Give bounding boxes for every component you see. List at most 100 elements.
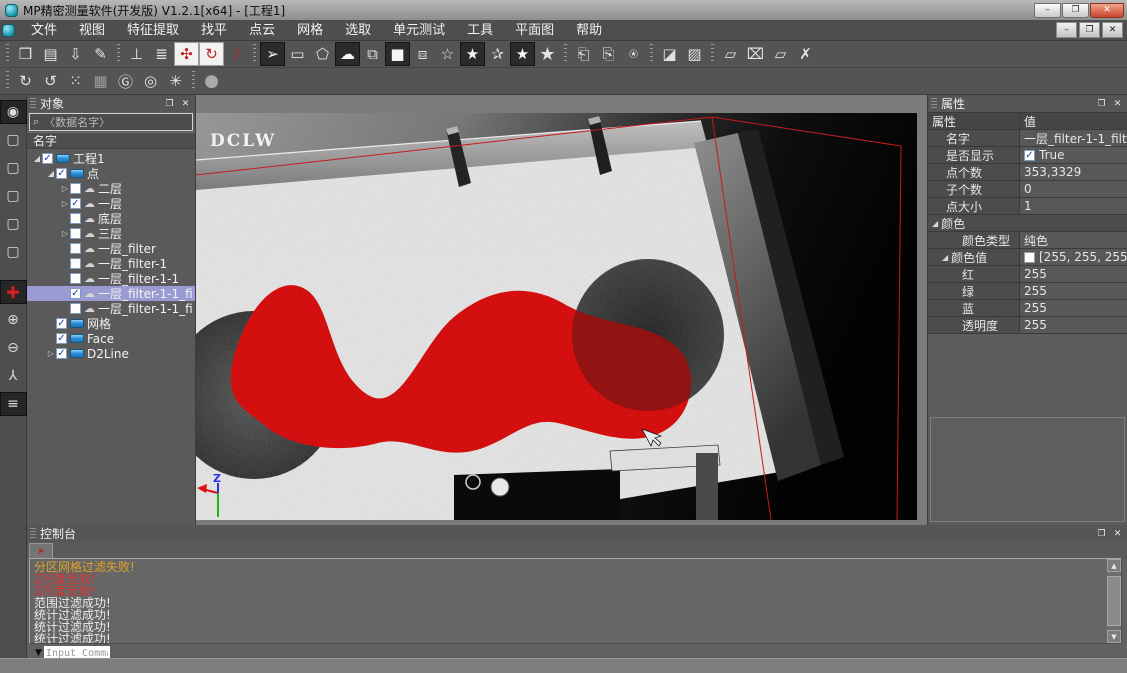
tree-checkbox[interactable] bbox=[42, 153, 53, 164]
console-messages[interactable]: 分区网格过滤失败! Z尺度无效! Z尺度无效! 范围过滤成功! 统计过滤成功! … bbox=[29, 558, 1122, 644]
line-tool-icon[interactable]: ∕ bbox=[224, 42, 249, 66]
tree-checkbox[interactable] bbox=[70, 303, 81, 314]
child-close-button[interactable]: ✕ bbox=[1102, 22, 1123, 38]
tree-item-label[interactable]: 一层_filter-1-1_fi bbox=[98, 286, 193, 301]
float-panel-icon[interactable]: ❐ bbox=[1095, 528, 1108, 540]
tree-item-label[interactable]: 工程1 bbox=[73, 151, 105, 166]
fill-selection-icon[interactable]: ■ bbox=[385, 42, 410, 66]
polygon-select-icon[interactable]: ⬠ bbox=[310, 42, 335, 66]
property-value[interactable]: 255 bbox=[1020, 266, 1127, 282]
tree-row[interactable]: 工程1 bbox=[27, 151, 195, 166]
property-value[interactable]: True bbox=[1020, 147, 1127, 163]
open-project-icon[interactable]: ❒ bbox=[13, 42, 38, 66]
property-value[interactable]: 255 bbox=[1020, 317, 1127, 333]
expander-icon[interactable] bbox=[60, 199, 70, 208]
tree-row[interactable]: D2Line bbox=[27, 346, 195, 361]
property-value[interactable]: 纯色 bbox=[1020, 232, 1127, 248]
asterisk-tool-icon[interactable]: ✳ bbox=[163, 69, 188, 93]
visibility-icon[interactable]: ◉ bbox=[0, 100, 27, 124]
console-tab[interactable]: ➤ bbox=[29, 543, 53, 559]
visible-checkbox[interactable] bbox=[1024, 150, 1035, 161]
tree-row[interactable]: 底层 bbox=[27, 211, 195, 226]
zoom-in-icon[interactable]: ⊕ bbox=[0, 308, 27, 332]
menu-unit-test[interactable]: 单元测试 bbox=[382, 20, 456, 41]
expander-icon[interactable] bbox=[32, 154, 42, 163]
tree-item-label[interactable]: 一层 bbox=[98, 196, 122, 211]
tree-checkbox[interactable] bbox=[70, 273, 81, 284]
color-swatch[interactable] bbox=[1024, 252, 1035, 263]
star-rect-icon[interactable]: ★ bbox=[460, 42, 485, 66]
g-tool-icon[interactable]: Ⓖ bbox=[113, 69, 138, 93]
paint-tool-icon[interactable]: ✎ bbox=[88, 42, 113, 66]
menu-help[interactable]: 帮助 bbox=[565, 20, 613, 41]
command-dropdown-icon[interactable]: ▼ bbox=[35, 648, 42, 658]
property-value[interactable]: 1 bbox=[1020, 198, 1127, 214]
tree-item-label[interactable]: D2Line bbox=[87, 347, 129, 361]
viewport-3d[interactable]: DCLW Z bbox=[196, 113, 917, 520]
tree-checkbox[interactable] bbox=[70, 288, 81, 299]
tree-row[interactable]: 一层_filter bbox=[27, 241, 195, 256]
zoom-out-icon[interactable]: ⊖ bbox=[0, 336, 27, 360]
card-delete-icon[interactable]: ⌧ bbox=[743, 42, 768, 66]
page-slash-icon[interactable]: ▨ bbox=[682, 42, 707, 66]
expander-icon[interactable] bbox=[46, 349, 56, 358]
float-panel-icon[interactable]: ❐ bbox=[1095, 98, 1108, 110]
tree-checkbox[interactable] bbox=[70, 228, 81, 239]
card-outline-icon[interactable]: ▱ bbox=[768, 42, 793, 66]
cube-view-icon[interactable]: ▢ bbox=[0, 240, 27, 264]
tree-item-label[interactable]: 底层 bbox=[98, 211, 122, 226]
close-panel-icon[interactable]: ✕ bbox=[1111, 528, 1124, 540]
card-tool-icon[interactable]: ▱ bbox=[718, 42, 743, 66]
sphere-tool-icon[interactable]: ● bbox=[199, 69, 224, 93]
tree-row[interactable]: 二层 bbox=[27, 181, 195, 196]
panel-grip[interactable] bbox=[931, 98, 937, 110]
tree-row[interactable]: 网格 bbox=[27, 316, 195, 331]
transform-tool-icon[interactable]: ✣ bbox=[174, 42, 199, 66]
expander-icon[interactable] bbox=[942, 253, 948, 262]
window-minimize-button[interactable]: – bbox=[1034, 3, 1061, 18]
star-corners-icon[interactable]: ✰ bbox=[485, 42, 510, 66]
tree-checkbox[interactable] bbox=[56, 318, 67, 329]
property-column-header[interactable]: 属性 bbox=[928, 113, 1020, 129]
rotate-fit-icon[interactable]: ↺ bbox=[38, 69, 63, 93]
panel-grip[interactable] bbox=[30, 98, 36, 110]
float-panel-icon[interactable]: ❐ bbox=[163, 98, 176, 110]
property-value[interactable]: [255, 255, 255]... bbox=[1020, 249, 1127, 265]
menu-leveling[interactable]: 找平 bbox=[190, 20, 238, 41]
tree-item-label[interactable]: 一层_filter-1-1_fi bbox=[98, 301, 193, 316]
axis-gizmo-icon[interactable]: ⅄ bbox=[0, 364, 27, 388]
expander-icon[interactable] bbox=[60, 184, 70, 193]
measure-tool-icon[interactable]: ≣ bbox=[149, 42, 174, 66]
tree-row[interactable]: 点 bbox=[27, 166, 195, 181]
tree-checkbox[interactable] bbox=[56, 333, 67, 344]
page-mark-icon[interactable]: ⎘ bbox=[596, 42, 621, 66]
tree-checkbox[interactable] bbox=[70, 213, 81, 224]
tree-item-label[interactable]: 二层 bbox=[98, 181, 122, 196]
tree-item-label[interactable]: 三层 bbox=[98, 226, 122, 241]
subtract-selection-icon[interactable]: ⧈ bbox=[410, 42, 435, 66]
cube-view-icon[interactable]: ▢ bbox=[0, 212, 27, 236]
cross-tool-icon[interactable]: ✗ bbox=[793, 42, 818, 66]
star-large-icon[interactable]: ★ bbox=[535, 42, 560, 66]
tree-checkbox[interactable] bbox=[70, 183, 81, 194]
tree-row-selected[interactable]: 一层_filter-1-1_fi bbox=[27, 286, 195, 301]
scroll-down-icon[interactable]: ▼ bbox=[1107, 630, 1121, 643]
tree-name-column-header[interactable]: 名字 bbox=[27, 132, 195, 149]
tree-checkbox[interactable] bbox=[70, 198, 81, 209]
panel-grip[interactable] bbox=[30, 528, 36, 540]
tree-row[interactable]: 三层 bbox=[27, 226, 195, 241]
expander-icon[interactable] bbox=[932, 219, 938, 228]
axis-tool-icon[interactable]: ⊥ bbox=[124, 42, 149, 66]
rect-select-icon[interactable]: ▭ bbox=[285, 42, 310, 66]
add-tool-icon[interactable]: ✚ bbox=[0, 280, 27, 304]
property-value[interactable]: 255 bbox=[1020, 283, 1127, 299]
expander-icon[interactable] bbox=[46, 169, 56, 178]
tree-row[interactable]: Face bbox=[27, 331, 195, 346]
star-small-icon[interactable]: ★ bbox=[510, 42, 535, 66]
scatter-points-icon[interactable]: ⁙ bbox=[63, 69, 88, 93]
menu-tools[interactable]: 工具 bbox=[456, 20, 504, 41]
select-arrow-icon[interactable]: ➢ bbox=[260, 42, 285, 66]
property-group-row[interactable]: 颜色 bbox=[928, 215, 1127, 232]
document-icon[interactable] bbox=[2, 24, 15, 37]
scroll-up-icon[interactable]: ▲ bbox=[1107, 559, 1121, 572]
